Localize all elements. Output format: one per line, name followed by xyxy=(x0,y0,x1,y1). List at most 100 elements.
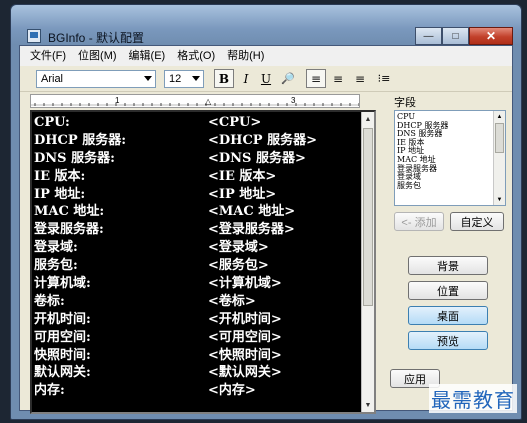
scroll-thumb[interactable] xyxy=(495,123,504,153)
editor-row[interactable]: 服务包: <服务包> xyxy=(34,257,360,275)
chevron-down-icon xyxy=(144,76,152,81)
app-icon[interactable] xyxy=(27,29,41,43)
caption-buttons: — □ ✕ xyxy=(415,27,513,45)
editor-row-value: <DNS 服务器> xyxy=(208,150,306,166)
scroll-thumb[interactable] xyxy=(363,128,373,306)
editor-row[interactable]: 开机时间: <开机时间> xyxy=(34,311,360,329)
editor-row-label: 登录服务器: xyxy=(34,222,104,238)
font-select-value: Arial xyxy=(41,73,64,85)
field-list-item[interactable]: 服务包 xyxy=(397,181,491,191)
fields-scrollbar[interactable]: ▲ ▼ xyxy=(493,111,505,205)
editor-row[interactable]: DNS 服务器: <DNS 服务器> xyxy=(34,150,360,168)
editor-row[interactable]: 快照时间: <快照时间> xyxy=(34,347,360,365)
editor-row-label: DNS 服务器: xyxy=(34,150,115,166)
bold-button[interactable]: B xyxy=(214,69,234,88)
ruler-label-1: 1 xyxy=(115,96,120,105)
editor-row[interactable]: MAC 地址: <MAC 地址> xyxy=(34,203,360,221)
editor-row-value: <开机时间> xyxy=(208,311,282,327)
text-color-icon[interactable]: 🔎 xyxy=(278,69,298,88)
scroll-up-icon[interactable]: ▲ xyxy=(362,112,374,126)
editor-row[interactable]: 卷标: <卷标> xyxy=(34,293,360,311)
italic-button[interactable]: I xyxy=(236,69,256,88)
align-right-button[interactable]: ≡ xyxy=(350,69,370,88)
editor-row[interactable]: 内存: <内存> xyxy=(34,382,360,400)
editor-row-value: <CPU> xyxy=(208,115,262,130)
editor-row-value: <可用空间> xyxy=(208,329,282,345)
close-button[interactable]: ✕ xyxy=(469,27,513,45)
scroll-down-icon[interactable]: ▼ xyxy=(494,194,505,205)
editor-row-label: 默认网关: xyxy=(34,365,91,381)
editor-row-value: <MAC 地址> xyxy=(208,204,296,220)
editor-row-value: <登录域> xyxy=(208,240,269,256)
editor-text-area[interactable]: CPU: <CPU> DHCP 服务器: <DHCP 服务器> DNS 服务器: <DNS… xyxy=(34,114,360,410)
title-bar[interactable]: BGInfo - 默认配置 — □ ✕ xyxy=(11,5,521,45)
editor-row-value: <卷标> xyxy=(208,293,256,309)
minimize-button[interactable]: — xyxy=(415,27,442,45)
editor-row-label: 计算机域: xyxy=(34,276,91,292)
font-size-value: 12 xyxy=(169,73,182,85)
editor-row[interactable]: 登录域: <登录域> xyxy=(34,239,360,257)
align-center-button[interactable]: ≡ xyxy=(328,69,348,88)
ruler-label-3: 3 xyxy=(291,96,296,105)
editor-row-label: 开机时间: xyxy=(34,311,91,327)
add-field-button[interactable]: <- 添加 xyxy=(394,212,444,231)
editor-row-label: MAC 地址: xyxy=(34,204,105,220)
bginfo-window: BGInfo - 默认配置 — □ ✕ 文件(F) 位图(M) 编辑(E) 格式… xyxy=(10,4,522,420)
editor-row-label: CPU: xyxy=(34,115,70,130)
desktop-button[interactable]: 桌面 xyxy=(408,306,488,325)
editor-row-label: 登录域: xyxy=(34,240,78,256)
maximize-button[interactable]: □ xyxy=(442,27,469,45)
custom-field-button[interactable]: 自定义 xyxy=(450,212,504,231)
editor-row[interactable]: 默认网关: <默认网关> xyxy=(34,364,360,382)
info-editor[interactable]: CPU: <CPU> DHCP 服务器: <DHCP 服务器> DNS 服务器: <DNS… xyxy=(30,110,376,414)
ruler: 1 △ 3 xyxy=(30,94,360,108)
editor-row-value: <DHCP 服务器> xyxy=(208,132,317,148)
editor-row-value: <快照时间> xyxy=(208,347,282,363)
ruler-ticks: 1 △ 3 xyxy=(31,96,359,106)
chevron-down-icon xyxy=(192,76,200,81)
editor-row[interactable]: CPU: <CPU> xyxy=(34,114,360,132)
fields-label: 字段 xyxy=(394,97,416,109)
editor-row-label: 服务包: xyxy=(34,258,78,274)
position-button[interactable]: 位置 xyxy=(408,281,488,300)
editor-row-value: <内存> xyxy=(208,383,256,399)
editor-row-label: 内存: xyxy=(34,383,65,399)
font-select[interactable]: Arial xyxy=(36,70,156,88)
menu-edit[interactable]: 编辑(E) xyxy=(123,46,172,66)
editor-row-value: <计算机域> xyxy=(208,276,282,292)
editor-row-value: <IP 地址> xyxy=(208,186,277,202)
editor-row-label: 卷标: xyxy=(34,293,65,309)
editor-row-label: IP 地址: xyxy=(34,186,86,202)
underline-button[interactable]: U xyxy=(256,69,276,88)
editor-row-label: DHCP 服务器: xyxy=(34,132,127,148)
editor-row-value: <默认网关> xyxy=(208,365,282,381)
align-left-button[interactable]: ≡ xyxy=(306,69,326,88)
format-toolbar: Arial 12 B I U 🔎 ≡ ≡ ≡ ⁝≡ xyxy=(20,66,512,92)
editor-row[interactable]: IE 版本: <IE 版本> xyxy=(34,168,360,186)
preview-button[interactable]: 预览 xyxy=(408,331,488,350)
editor-row[interactable]: 登录服务器: <登录服务器> xyxy=(34,221,360,239)
editor-row-value: <登录服务器> xyxy=(208,222,295,238)
bullets-button[interactable]: ⁝≡ xyxy=(374,69,394,88)
fields-listbox[interactable]: CPU DHCP 服务器 DNS 服务器 IE 版本 IP 地址 MAC 地址 登录服务器登… xyxy=(394,110,506,206)
background-button[interactable]: 背景 xyxy=(408,256,488,275)
editor-scrollbar[interactable]: ▲ ▼ xyxy=(361,112,374,412)
editor-row[interactable]: 可用空间: <可用空间> xyxy=(34,329,360,347)
scroll-down-icon[interactable]: ▼ xyxy=(362,398,374,412)
editor-row-label: 快照时间: xyxy=(34,347,91,363)
menu-format[interactable]: 格式(O) xyxy=(171,46,221,66)
menu-file[interactable]: 文件(F) xyxy=(24,46,72,66)
ruler-indent-marker[interactable]: △ xyxy=(205,97,212,106)
editor-row[interactable]: IP 地址: <IP 地址> xyxy=(34,186,360,204)
fields-panel: 字段 CPU DHCP 服务器 DNS 服务器 IE 版本 IP 地址 MAC 地址 登录服… xyxy=(386,92,516,422)
editor-row[interactable]: 计算机域: <计算机域> xyxy=(34,275,360,293)
editor-row[interactable]: DHCP 服务器: <DHCP 服务器> xyxy=(34,132,360,150)
editor-row-value: <服务包> xyxy=(208,258,269,274)
menu-bitmap[interactable]: 位图(M) xyxy=(72,46,123,66)
scroll-up-icon[interactable]: ▲ xyxy=(494,111,505,122)
menu-help[interactable]: 帮助(H) xyxy=(221,46,270,66)
watermark-text: 最需教育 xyxy=(429,384,517,413)
font-size-select[interactable]: 12 xyxy=(164,70,204,88)
editor-row-label: IE 版本: xyxy=(34,168,86,184)
fields-list-items: CPU DHCP 服务器 DNS 服务器 IE 版本 IP 地址 MAC 地址 登录服务器登… xyxy=(397,112,491,191)
